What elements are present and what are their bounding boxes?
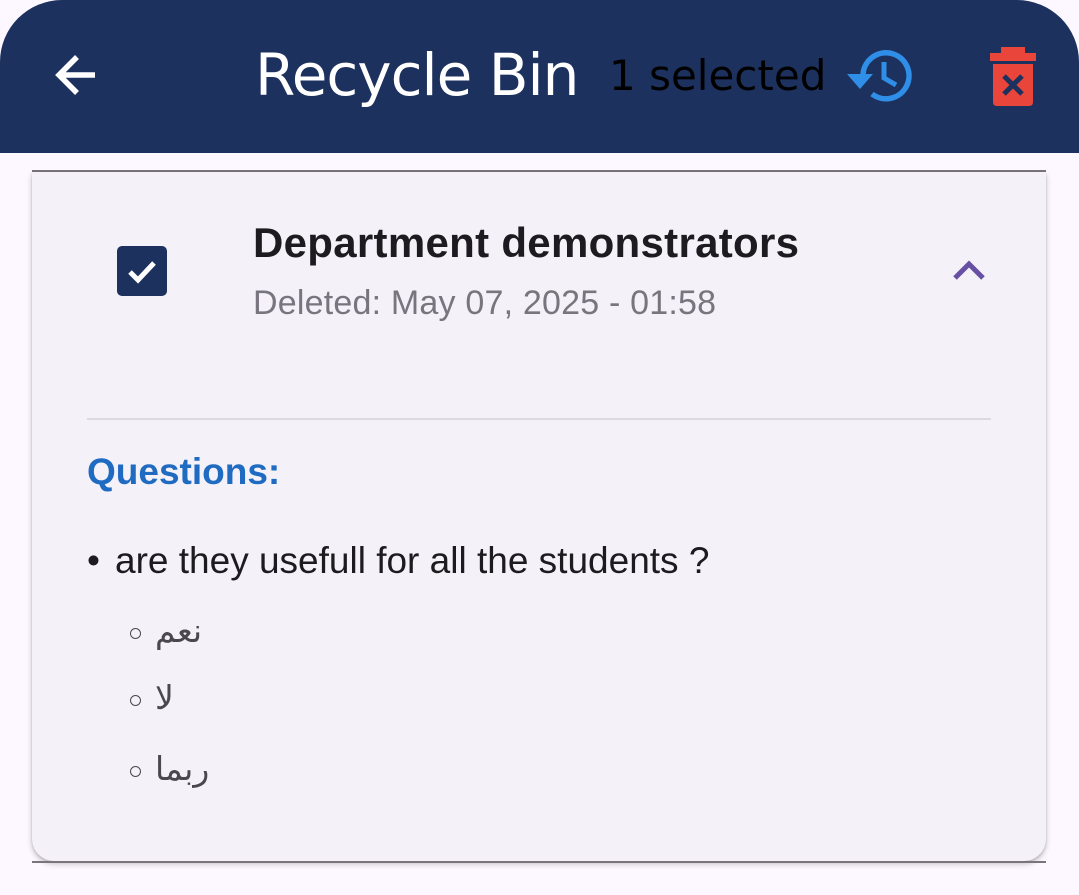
trash-x-icon [990, 47, 1036, 106]
restore-button[interactable] [844, 44, 916, 108]
item-title: Department demonstrators [253, 219, 800, 266]
deleted-timestamp: Deleted: May 07, 2025 - 01:58 [253, 284, 717, 322]
page-title: Recycle Bin [255, 41, 579, 109]
arrow-left-icon [55, 55, 95, 95]
option-text: ربما [155, 748, 210, 788]
circle-bullet-icon [130, 694, 141, 706]
list-divider [32, 861, 1046, 863]
option-text: نعم [155, 610, 203, 650]
circle-bullet-icon [130, 627, 141, 639]
answer-option: نعم [130, 608, 202, 652]
checkmark-icon [128, 261, 156, 284]
delete-forever-button[interactable] [980, 42, 1046, 110]
question-text: are they usefull for all the students ? [115, 540, 710, 581]
chevron-up-icon [953, 260, 985, 280]
option-text: لا [155, 677, 174, 717]
item-checkbox[interactable] [117, 246, 167, 296]
back-button[interactable] [48, 46, 106, 104]
answer-option: ربما [130, 746, 209, 790]
question-item: • are they usefull for all the students ? [87, 538, 709, 584]
selection-count: 1 selected [609, 51, 827, 100]
bullet-icon: • [87, 540, 100, 581]
circle-bullet-icon [130, 765, 141, 777]
questions-heading: Questions: [87, 451, 281, 492]
deleted-item-card: Department demonstrators Deleted: May 07… [32, 172, 1046, 861]
app-bar: Recycle Bin 1 selected [0, 0, 1079, 153]
history-restore-icon [847, 50, 912, 102]
card-divider [87, 418, 991, 420]
answer-option: لا [130, 675, 174, 719]
collapse-button[interactable] [941, 248, 997, 292]
